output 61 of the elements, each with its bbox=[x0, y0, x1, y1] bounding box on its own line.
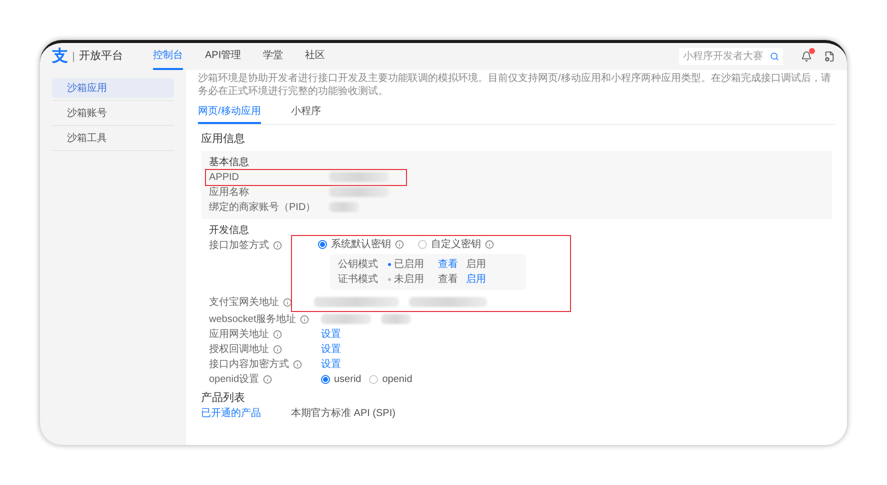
logo-mark: 支 bbox=[52, 48, 68, 64]
info-icon bbox=[273, 240, 282, 250]
field-label: 支付宝网关地址 bbox=[209, 294, 291, 310]
mode-name: 证书模式 bbox=[338, 272, 379, 287]
info-icon bbox=[283, 298, 292, 306]
mode-action-link[interactable]: 查看 bbox=[438, 257, 458, 272]
section-title: 应用信息 bbox=[201, 132, 246, 147]
mode-action-link[interactable]: 查看 bbox=[438, 272, 458, 287]
field-label: openid设置 bbox=[209, 372, 321, 386]
set-link[interactable]: 设置 bbox=[321, 356, 341, 372]
field-label: 应用名称 bbox=[209, 186, 250, 200]
nav-tab[interactable]: 学堂 bbox=[263, 43, 284, 70]
radio-option[interactable]: 自定义密钥 bbox=[418, 237, 481, 252]
mode-status: 已启用 bbox=[394, 258, 425, 272]
info-icon bbox=[273, 344, 282, 354]
nav-tab[interactable]: 控制台 bbox=[153, 43, 183, 70]
redacted-block bbox=[329, 202, 359, 212]
card-title: 开发信息 bbox=[209, 224, 250, 238]
mode-status: 未启用 bbox=[394, 272, 425, 287]
redacted-block bbox=[329, 172, 389, 182]
info-icon bbox=[485, 240, 494, 249]
search-icon[interactable] bbox=[770, 52, 779, 61]
radio-option[interactable]: 系统默认密钥 bbox=[318, 237, 391, 252]
info-icon bbox=[273, 330, 282, 338]
mode-action-link[interactable]: 启用 bbox=[466, 257, 486, 272]
section-title: 产品列表 bbox=[201, 390, 246, 406]
sidebar-item[interactable]: 沙箱应用 bbox=[52, 78, 174, 98]
search-field[interactable]: 小程序开发者大赛 bbox=[679, 48, 783, 65]
card-title: 基本信息 bbox=[209, 156, 250, 170]
radio-option[interactable]: openid bbox=[369, 372, 412, 386]
info-icon bbox=[300, 314, 310, 324]
set-link[interactable]: 设置 bbox=[321, 326, 341, 342]
radio-option[interactable]: userid bbox=[321, 372, 362, 386]
field-label: 接口加签方式 bbox=[209, 238, 291, 252]
sidebar-item[interactable]: 沙箱工具 bbox=[52, 128, 174, 148]
nav-tab[interactable]: 社区 bbox=[305, 43, 326, 70]
document-settings-icon[interactable] bbox=[824, 51, 835, 62]
redacted-block bbox=[321, 314, 371, 324]
redacted-block bbox=[329, 187, 389, 197]
info-icon bbox=[395, 240, 404, 249]
field-label: 接口内容加密方式 bbox=[209, 356, 321, 372]
nav-tab[interactable]: API管理 bbox=[205, 43, 242, 70]
field-label: 绑定的商家账号（PID） bbox=[209, 200, 317, 214]
set-link[interactable]: 设置 bbox=[321, 342, 341, 356]
field-label: websocket服务地址 bbox=[209, 312, 321, 326]
info-icon bbox=[293, 360, 302, 368]
sidebar-item[interactable]: 沙箱账号 bbox=[52, 103, 174, 123]
info-icon bbox=[263, 374, 272, 384]
product-tab[interactable]: 已开通的产品 bbox=[201, 406, 261, 421]
field-label: 应用网关地址 bbox=[209, 326, 321, 342]
field-label: APPID bbox=[209, 170, 240, 184]
tab[interactable]: 网页/移动应用 bbox=[198, 101, 261, 124]
notice-text: 沙箱环境是协助开发者进行接口开发及主要功能联调的模拟环境。目前仅支持网页/移动应用和小程序两种应用类型。在沙箱完成接口调试后，请务必在正式环境进行完整的功能验收测试。 bbox=[198, 72, 832, 98]
logo-text: 开放平台 bbox=[79, 49, 123, 64]
field-label: 授权回调地址 bbox=[209, 342, 321, 356]
tab[interactable]: 小程序 bbox=[290, 101, 321, 124]
mode-name: 公钥模式 bbox=[338, 258, 379, 272]
product-tab[interactable]: 本期官方标准 API (SPI) bbox=[291, 406, 396, 421]
bell-icon[interactable] bbox=[801, 51, 812, 62]
redacted-block bbox=[381, 314, 411, 324]
mode-action-link[interactable]: 启用 bbox=[466, 272, 486, 287]
